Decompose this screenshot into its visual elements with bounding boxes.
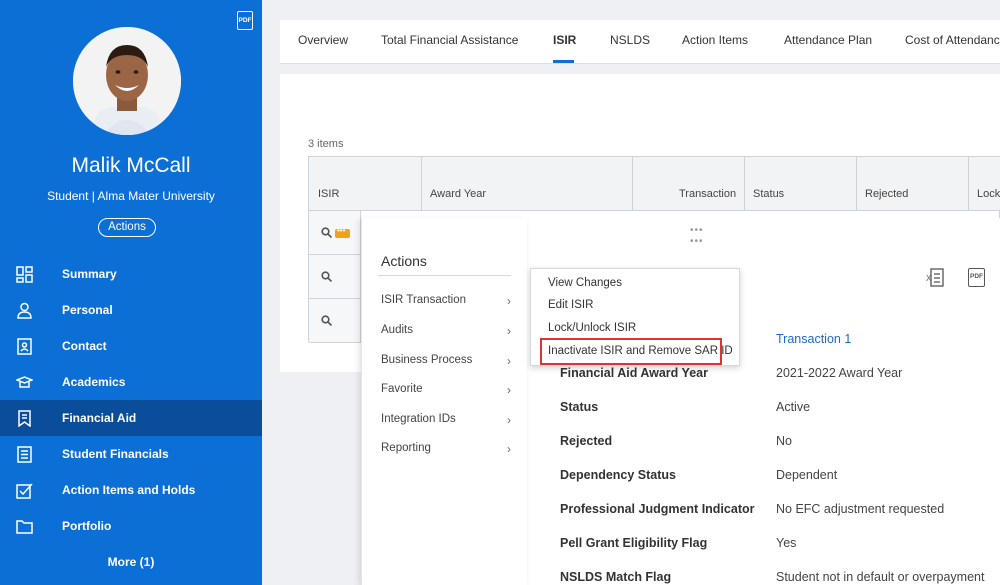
menu-item-isir-transaction[interactable]: ISIR Transaction [381, 294, 466, 306]
transaction-link[interactable]: Transaction 1 [776, 332, 851, 346]
column-header-award-year[interactable]: Award Year [430, 188, 486, 200]
field-value: Active [776, 400, 811, 414]
sidebar: PDF Malik McCall Student | Alma Mater Un… [0, 0, 262, 585]
column-header-isir[interactable]: ISIR [318, 188, 339, 200]
grid-header: ISIR Award Year Transaction Status Rejec… [309, 157, 1000, 211]
chevron-right-icon: › [507, 442, 511, 456]
search-icon[interactable] [321, 227, 332, 238]
field-value: Student not in default or overpayment [776, 570, 985, 584]
column-divider [968, 157, 969, 211]
checkbox-icon [16, 483, 33, 499]
user-subtitle: Student | Alma Mater University [47, 189, 215, 203]
drag-handle-icon[interactable]: ••• ••• [690, 225, 704, 247]
search-icon[interactable] [321, 271, 332, 282]
field-label: Dependency Status [560, 468, 677, 482]
sidebar-item-label: Portfolio [62, 519, 112, 533]
sidebar-item-summary[interactable]: Summary [0, 256, 262, 292]
grid-icon [16, 266, 33, 283]
sidebar-item-label: Summary [62, 267, 117, 281]
tab-attendance-plan[interactable]: Attendance Plan [784, 33, 872, 47]
chevron-right-icon: › [507, 413, 511, 427]
field-label: Professional Judgment Indicator [560, 502, 755, 516]
chevron-right-icon: › [507, 294, 511, 308]
column-divider [421, 157, 422, 211]
column-divider [744, 157, 745, 211]
table-row [309, 299, 361, 343]
field-label: Rejected [560, 434, 613, 448]
tab-action-items[interactable]: Action Items [682, 33, 748, 47]
pdf-export-icon[interactable]: PDF [968, 268, 985, 287]
field-value: Yes [776, 536, 797, 550]
sidebar-item-label: Contact [62, 339, 107, 353]
active-tab-indicator [553, 60, 574, 63]
sidebar-item-label: Personal [62, 303, 113, 317]
sidebar-item-contact[interactable]: Contact [0, 328, 262, 364]
person-icon [17, 302, 32, 319]
chevron-right-icon: › [507, 354, 511, 368]
column-divider [856, 157, 857, 211]
actions-button[interactable]: Actions [98, 218, 156, 237]
menu-item-business-process[interactable]: Business Process [381, 354, 472, 366]
field-value: No [776, 434, 792, 448]
column-header-status[interactable]: Status [753, 188, 784, 200]
menu-item-audits[interactable]: Audits [381, 324, 413, 336]
sidebar-item-student-financials[interactable]: Student Financials [0, 436, 262, 472]
items-count: 3 items [308, 138, 344, 150]
column-header-lock[interactable]: Lock [977, 188, 1000, 200]
folder-icon [16, 520, 33, 534]
user-name: Malik McCall [71, 154, 191, 177]
bookmark-icon [18, 410, 31, 427]
actions-menu [361, 218, 527, 585]
column-header-transaction[interactable]: Transaction [679, 188, 736, 200]
chevron-right-icon: › [507, 324, 511, 338]
svg-text:X: X [926, 274, 932, 283]
sidebar-item-action-items-and-holds[interactable]: Action Items and Holds [0, 472, 262, 508]
field-value: Dependent [776, 468, 838, 482]
field-label: NSLDS Match Flag [560, 570, 672, 584]
menu-item-reporting[interactable]: Reporting [381, 442, 431, 454]
column-divider [632, 157, 633, 211]
field-value: No EFC adjustment requested [776, 502, 945, 516]
field-value: 2021-2022 Award Year [776, 366, 903, 380]
submenu-item-edit-isir[interactable]: Edit ISIR [548, 299, 593, 311]
actions-menu-title: Actions [381, 253, 427, 269]
menu-item-favorite[interactable]: Favorite [381, 383, 423, 395]
column-header-rejected[interactable]: Rejected [865, 188, 908, 200]
highlight-box [540, 338, 722, 365]
field-label: Pell Grant Eligibility Flag [560, 536, 708, 550]
table-row [309, 255, 361, 299]
graduation-cap-icon [16, 376, 33, 388]
table-row [309, 211, 361, 255]
related-actions-icon[interactable] [335, 226, 350, 238]
menu-item-integration-ids[interactable]: Integration IDs [381, 413, 456, 425]
tab-overview[interactable]: Overview [298, 33, 348, 47]
field-label: Status [560, 400, 599, 414]
sidebar-item-portfolio[interactable]: Portfolio [0, 508, 262, 544]
tab-total-financial-assistance[interactable]: Total Financial Assistance [381, 33, 518, 47]
tab-isir[interactable]: ISIR [553, 33, 576, 47]
field-label: Financial Aid Award Year [560, 366, 708, 380]
submenu-item-view-changes[interactable]: View Changes [548, 277, 622, 289]
submenu-item-lock-unlock-isir[interactable]: Lock/Unlock ISIR [548, 322, 636, 334]
sidebar-item-label: Academics [62, 375, 126, 389]
sidebar-item-label: Financial Aid [62, 411, 137, 425]
sidebar-nav: Summary Personal Contact Academics Finan… [0, 256, 262, 544]
pdf-export-icon[interactable]: PDF [237, 11, 253, 30]
tab-nslds[interactable]: NSLDS [610, 33, 650, 47]
contact-card-icon [17, 338, 32, 355]
sidebar-item-label: Student Financials [62, 447, 169, 461]
search-icon[interactable] [321, 315, 332, 326]
sidebar-item-academics[interactable]: Academics [0, 364, 262, 400]
sidebar-item-label: Action Items and Holds [62, 483, 196, 497]
more-button[interactable]: More (1) [0, 555, 262, 569]
chevron-right-icon: › [507, 383, 511, 397]
tab-bar: Overview Total Financial Assistance ISIR… [280, 20, 1000, 64]
sidebar-item-personal[interactable]: Personal [0, 292, 262, 328]
divider [378, 275, 511, 276]
list-icon [17, 446, 32, 463]
tab-cost-of-attendance[interactable]: Cost of Attendance [905, 33, 1000, 47]
excel-export-icon[interactable]: X [926, 268, 944, 287]
avatar [73, 27, 181, 135]
sidebar-item-financial-aid[interactable]: Financial Aid [0, 400, 262, 436]
